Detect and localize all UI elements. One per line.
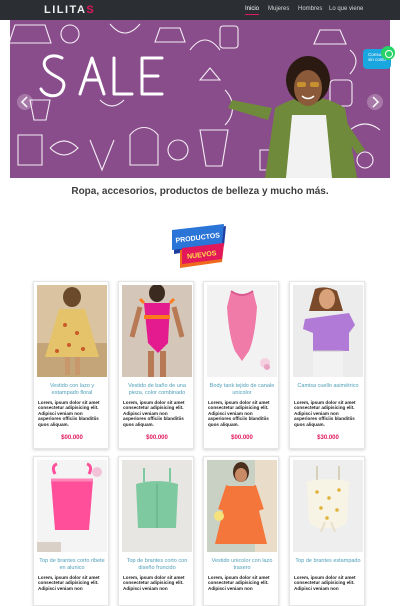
swimsuit-icon	[122, 285, 192, 377]
product-price: $00.000	[146, 435, 168, 441]
floral-dress-icon	[37, 285, 107, 377]
product-description: Lorem, ipsum dolor sit amet consectetur …	[208, 575, 270, 591]
product-name[interactable]: Top de brantes estampado	[293, 558, 363, 565]
product-price: $00.000	[61, 435, 83, 441]
asymmetric-top-icon	[293, 285, 363, 377]
product-card[interactable]: Top de brantes corto ribete en alunico L…	[33, 456, 109, 606]
pink-top-icon	[37, 460, 107, 552]
product-description: Lorem, ipsum dolor sit amet consectetur …	[123, 575, 185, 591]
product-name[interactable]: Vestido unicolor con lazo trasero	[207, 558, 277, 571]
new-products-badge: PRODUCTOS NUEVOS	[172, 224, 226, 268]
whatsapp-icon[interactable]	[381, 46, 395, 60]
product-card[interactable]: Top de brantes estampado Lorem, ipsum do…	[289, 456, 365, 606]
product-description: Lorem, ipsum dolor sit amet consectetur …	[208, 400, 270, 427]
product-name[interactable]: Body tank tejido de canale unicolor	[207, 383, 277, 396]
hero-illustration	[10, 20, 390, 178]
nav-item-hombres[interactable]: Hombres	[298, 6, 322, 12]
hero-carousel	[10, 20, 390, 178]
product-description: Lorem, ipsum dolor sit amet consectetur …	[123, 400, 185, 427]
nav-item-mujeres[interactable]: Mujeres	[268, 6, 289, 12]
nav-item-inicio[interactable]: Inicio	[245, 6, 260, 15]
product-card[interactable]: Vestido de baño de una pieza, color comb…	[118, 281, 194, 449]
product-price: $30.000	[317, 435, 339, 441]
product-description: Lorem, ipsum dolor sit amet consectetur …	[38, 575, 100, 591]
product-price: $00.000	[231, 435, 253, 441]
top-navbar: LILITAS Inicio Mujeres Hombres Lo que vi…	[0, 0, 400, 20]
tagline: Ropa, accesorios, productos de belleza y…	[71, 186, 329, 197]
product-description: Lorem, ipsum dolor sit amet consectetur …	[38, 400, 100, 427]
product-description: Lorem, ipsum dolor sit amet consectetur …	[294, 400, 356, 427]
green-top-icon	[122, 460, 192, 552]
product-description: Lorem, ipsum dolor sit amet consectetur …	[294, 575, 356, 591]
product-name[interactable]: Top de brantes corto con diseño fruncido	[122, 558, 192, 571]
product-name[interactable]: Top de brantes corto ribete en alunico	[37, 558, 107, 571]
brand-logo[interactable]: LILITAS	[44, 4, 95, 16]
bodysuit-icon	[207, 285, 277, 377]
product-card[interactable]: Camisa cuello asimétrico Lorem, ipsum do…	[289, 281, 365, 449]
product-card[interactable]: Top de brantes corto con diseño fruncido…	[118, 456, 194, 606]
product-name[interactable]: Vestido de baño de una pieza, color comb…	[122, 383, 192, 396]
product-card[interactable]: Vestido con lazo y estampado floral Lore…	[33, 281, 109, 449]
nav-item-lo-que-viene[interactable]: Lo que viene	[329, 6, 363, 12]
product-name[interactable]: Camisa cuello asimétrico	[293, 383, 363, 390]
product-card[interactable]: Body tank tejido de canale unicolor Lore…	[203, 281, 279, 449]
product-name[interactable]: Vestido con lazo y estampado floral	[37, 383, 107, 396]
printed-top-icon	[293, 460, 363, 552]
product-card[interactable]: Vestido unicolor con lazo trasero Lorem,…	[203, 456, 279, 606]
orange-dress-icon	[207, 460, 277, 552]
